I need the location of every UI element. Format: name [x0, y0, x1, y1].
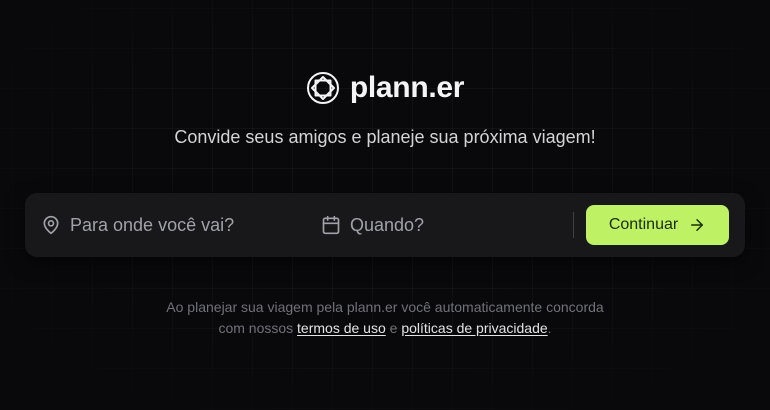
calendar-icon	[322, 215, 340, 235]
date-input[interactable]	[350, 214, 550, 236]
terms-of-use-link[interactable]: termos de uso	[297, 320, 386, 336]
destination-input[interactable]	[70, 214, 270, 236]
terms-notice: Ao planejar sua viagem pela plann.er voc…	[0, 297, 770, 339]
continue-button-label: Continuar	[608, 216, 679, 233]
trip-search-bar: Continuar	[25, 193, 745, 257]
arrow-right-icon	[691, 219, 704, 231]
field-divider	[573, 212, 574, 238]
date-field[interactable]	[321, 193, 551, 257]
terms-conjunction: e	[389, 320, 398, 336]
continue-button[interactable]: Continuar	[586, 205, 729, 245]
terms-line-2-prefix: com nossos	[218, 320, 294, 336]
map-pin-icon	[43, 215, 59, 235]
logo: plann.er	[0, 71, 770, 105]
privacy-policy-link[interactable]: políticas de privacidade	[401, 320, 547, 336]
compass-globe-icon	[306, 72, 339, 104]
brand-name: plann.er	[349, 71, 465, 104]
terms-line-1: Ao planejar sua viagem pela plann.er voc…	[166, 299, 604, 315]
terms-suffix: .	[547, 320, 552, 336]
destination-field[interactable]	[41, 193, 311, 257]
landing-page: plann.er Convide seus amigos e planeje s…	[0, 0, 770, 410]
page-subtitle: Convide seus amigos e planeje sua próxim…	[174, 127, 596, 147]
